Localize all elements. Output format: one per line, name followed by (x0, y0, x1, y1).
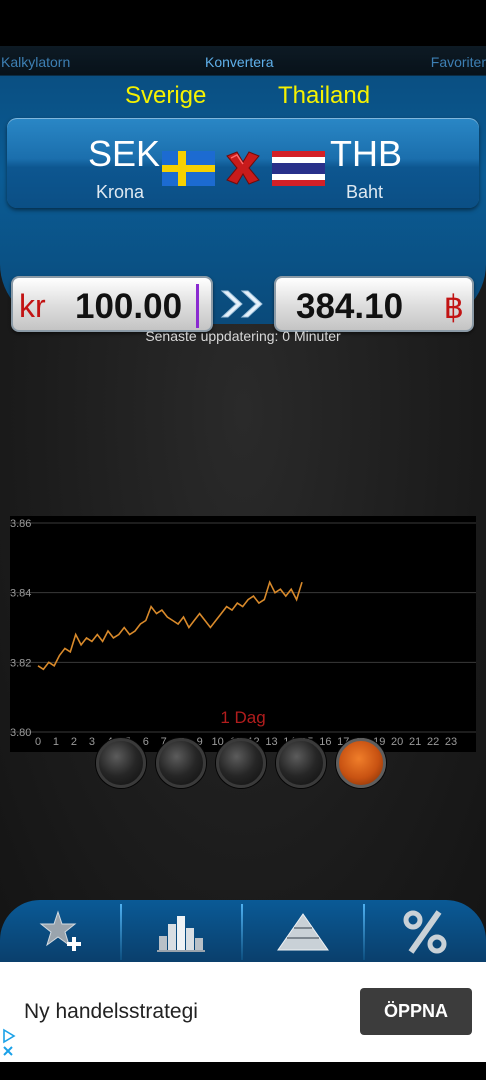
from-country-label[interactable]: Sverige (125, 82, 206, 110)
system-navigation-bar (0, 1062, 486, 1080)
period-button-5[interactable] (336, 738, 386, 788)
period-button-2[interactable] (156, 738, 206, 788)
star-plus-icon (39, 910, 81, 951)
converter-panel: Sverige Thailand SEK Krona THB Baht kr 1… (0, 76, 486, 332)
currency-pair-selector[interactable]: SEK Krona THB Baht (7, 118, 479, 208)
add-favorite-button[interactable] (0, 900, 121, 962)
from-currency-symbol: kr (19, 288, 46, 324)
x-tick-label: 13 (265, 736, 277, 748)
to-country-label[interactable]: Thailand (278, 82, 370, 110)
x-tick-label: 2 (71, 736, 77, 748)
swap-currencies-icon[interactable] (221, 148, 265, 188)
from-amount-input[interactable]: kr 100.00 (11, 276, 213, 332)
last-update-text: Senaste uppdatering: 0 Minuter (145, 328, 341, 344)
tab-convert[interactable]: Konvertera (205, 54, 273, 70)
x-tick-label: 6 (143, 736, 149, 748)
from-amount-value[interactable]: 100.00 (75, 287, 182, 327)
from-currency-code[interactable]: SEK (88, 133, 160, 175)
to-amount-output: 384.10 ฿ (274, 276, 474, 332)
to-amount-value: 384.10 (296, 287, 404, 326)
ad-open-button[interactable]: ÖPPNA (360, 988, 472, 1035)
to-currency-symbol: ฿ (443, 289, 464, 325)
status-bar (0, 0, 486, 46)
text-cursor (196, 284, 199, 328)
x-tick-label: 1 (53, 736, 59, 748)
y-tick-label: 3.84 (10, 588, 31, 600)
bar-chart-icon (157, 916, 205, 952)
x-tick-label: 22 (427, 736, 439, 748)
tab-favorites[interactable]: Favoriter (431, 54, 486, 70)
period-label: 1 Dag (220, 708, 266, 727)
top-tab-bar: Kalkylatorn Konvertera Favoriter (0, 46, 486, 76)
period-button-4[interactable] (276, 738, 326, 788)
period-button-1[interactable] (96, 738, 146, 788)
ad-title[interactable]: Ny handelsstrategi (24, 1000, 198, 1024)
x-tick-label: 21 (409, 736, 421, 748)
y-tick-label: 3.80 (10, 727, 31, 739)
currency-converter-app: Kalkylatorn Konvertera Favoriter Sverige… (0, 46, 486, 962)
percent-button[interactable] (365, 900, 486, 962)
double-chevron-right-icon (220, 290, 263, 318)
adchoices-icon[interactable] (2, 1028, 16, 1058)
to-currency-name: Baht (346, 182, 384, 202)
to-currency-code[interactable]: THB (330, 133, 402, 175)
advertisement-banner[interactable]: Ny handelsstrategi ÖPPNA (0, 962, 486, 1062)
percent-icon (403, 910, 447, 954)
x-tick-label: 16 (319, 736, 331, 748)
period-button-3[interactable] (216, 738, 266, 788)
x-tick-label: 3 (89, 736, 95, 748)
bottom-toolbar (0, 900, 486, 962)
x-tick-label: 0 (35, 736, 41, 748)
x-tick-label: 20 (391, 736, 403, 748)
sweden-flag-icon[interactable] (162, 151, 215, 186)
y-tick-label: 3.82 (10, 657, 31, 669)
from-currency-name: Krona (96, 182, 145, 202)
tab-calculator[interactable]: Kalkylatorn (1, 54, 70, 70)
thailand-flag-icon[interactable] (272, 151, 325, 186)
pyramid-icon (277, 913, 329, 951)
chart-view-button[interactable] (121, 900, 242, 962)
y-tick-label: 3.86 (10, 518, 31, 530)
pyramid-button[interactable] (243, 900, 364, 962)
x-tick-label: 23 (445, 736, 457, 748)
